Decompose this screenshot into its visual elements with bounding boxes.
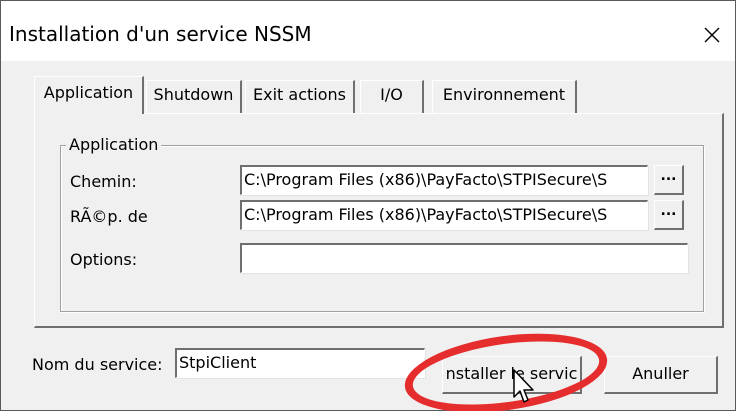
tab-io[interactable]: I/O xyxy=(360,80,424,113)
service-name-label: Nom du service: xyxy=(32,355,163,374)
tab-label: Application xyxy=(43,83,134,102)
close-button[interactable] xyxy=(693,16,731,54)
tab-label: Environnement xyxy=(442,85,566,104)
options-input[interactable] xyxy=(240,243,688,273)
tab-shutdown[interactable]: Shutdown xyxy=(146,80,242,113)
tab-label: I/O xyxy=(380,85,403,104)
nssm-dialog: Installation d'un service NSSM Applicati… xyxy=(0,0,736,411)
path-label: Chemin: xyxy=(70,172,137,191)
window-title: Installation d'un service NSSM xyxy=(9,22,312,46)
path-input[interactable]: C:\Program Files (x86)\PayFacto\STPISecu… xyxy=(240,165,648,195)
options-label: Options: xyxy=(70,250,138,269)
browse-startup-directory-button[interactable]: ... xyxy=(654,200,684,230)
tab-environment[interactable]: Environnement xyxy=(432,80,577,113)
mouse-pointer-icon xyxy=(513,369,534,403)
application-groupbox-title: Application xyxy=(66,134,162,156)
tab-label: Exit actions xyxy=(253,85,346,104)
tab-label: Shutdown xyxy=(153,85,234,104)
cancel-button[interactable]: Anuller xyxy=(604,356,718,394)
browse-path-button[interactable]: ... xyxy=(654,165,684,195)
tab-exit-actions[interactable]: Exit actions xyxy=(245,80,355,113)
startup-directory-label: RÃ©p. de xyxy=(70,207,148,226)
close-icon xyxy=(704,27,720,43)
startup-directory-input[interactable]: C:\Program Files (x86)\PayFacto\STPISecu… xyxy=(240,200,648,230)
tab-application[interactable]: Application xyxy=(34,76,144,114)
title-bar: Installation d'un service NSSM xyxy=(1,1,735,61)
service-name-input[interactable]: StpiClient xyxy=(175,348,425,378)
